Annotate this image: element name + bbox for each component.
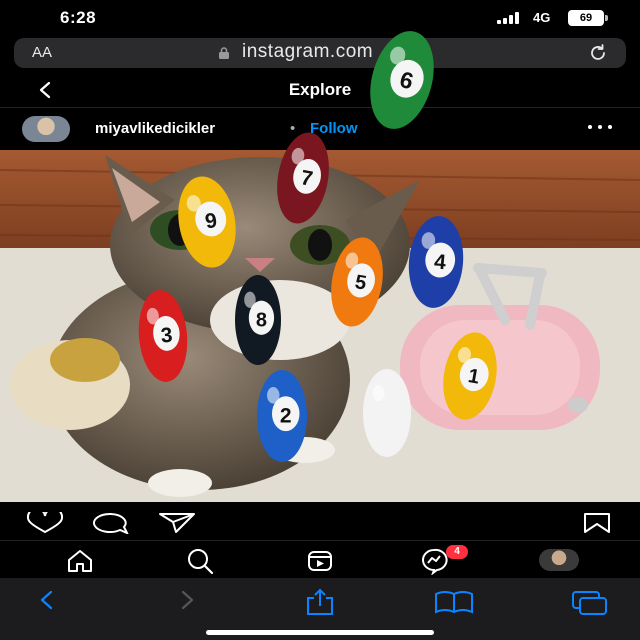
status-time: 6:28	[60, 8, 97, 27]
lock-icon	[219, 47, 229, 59]
search-icon[interactable]	[186, 547, 214, 575]
page-title: Explore	[288, 80, 352, 99]
more-options-icon[interactable]	[586, 118, 614, 132]
text-size-button[interactable]: AA	[32, 44, 52, 61]
reload-icon[interactable]	[588, 43, 608, 63]
status-bar: 6:28 4G 69	[0, 0, 640, 36]
browser-share-icon[interactable]	[304, 588, 336, 616]
cat-photo	[0, 150, 640, 502]
browser-back-icon[interactable]	[36, 588, 58, 612]
browser-forward-icon[interactable]	[176, 588, 198, 612]
profile-avatar[interactable]	[539, 549, 579, 571]
bookmarks-icon[interactable]	[434, 588, 474, 616]
heart-icon[interactable]	[26, 512, 64, 534]
url-text[interactable]: instagram.com	[242, 41, 373, 63]
tabs-icon[interactable]	[570, 588, 610, 616]
url-bar[interactable]: AA instagram.com	[14, 38, 626, 68]
post-actions	[0, 502, 640, 542]
home-icon[interactable]	[66, 547, 94, 575]
messenger-icon[interactable]	[420, 547, 448, 575]
separator-dot: •	[290, 120, 296, 137]
home-indicator	[206, 630, 434, 635]
network-label: 4G	[533, 10, 551, 25]
comment-icon[interactable]	[92, 512, 130, 534]
post-image[interactable]	[0, 150, 640, 502]
signal-icon	[497, 12, 525, 24]
explore-header: Explore	[0, 72, 640, 108]
notification-badge: 4	[446, 545, 468, 559]
reels-icon[interactable]	[306, 547, 334, 575]
bookmark-icon[interactable]	[582, 512, 612, 534]
battery-icon: 69	[568, 10, 608, 26]
username[interactable]: miyavlikedicikler	[95, 120, 215, 137]
post-header: miyavlikedicikler • Follow	[0, 108, 640, 150]
share-icon[interactable]	[158, 512, 196, 534]
follow-button[interactable]: Follow	[310, 120, 358, 137]
instagram-bottom-nav: 4	[0, 540, 640, 578]
avatar[interactable]	[22, 116, 70, 142]
